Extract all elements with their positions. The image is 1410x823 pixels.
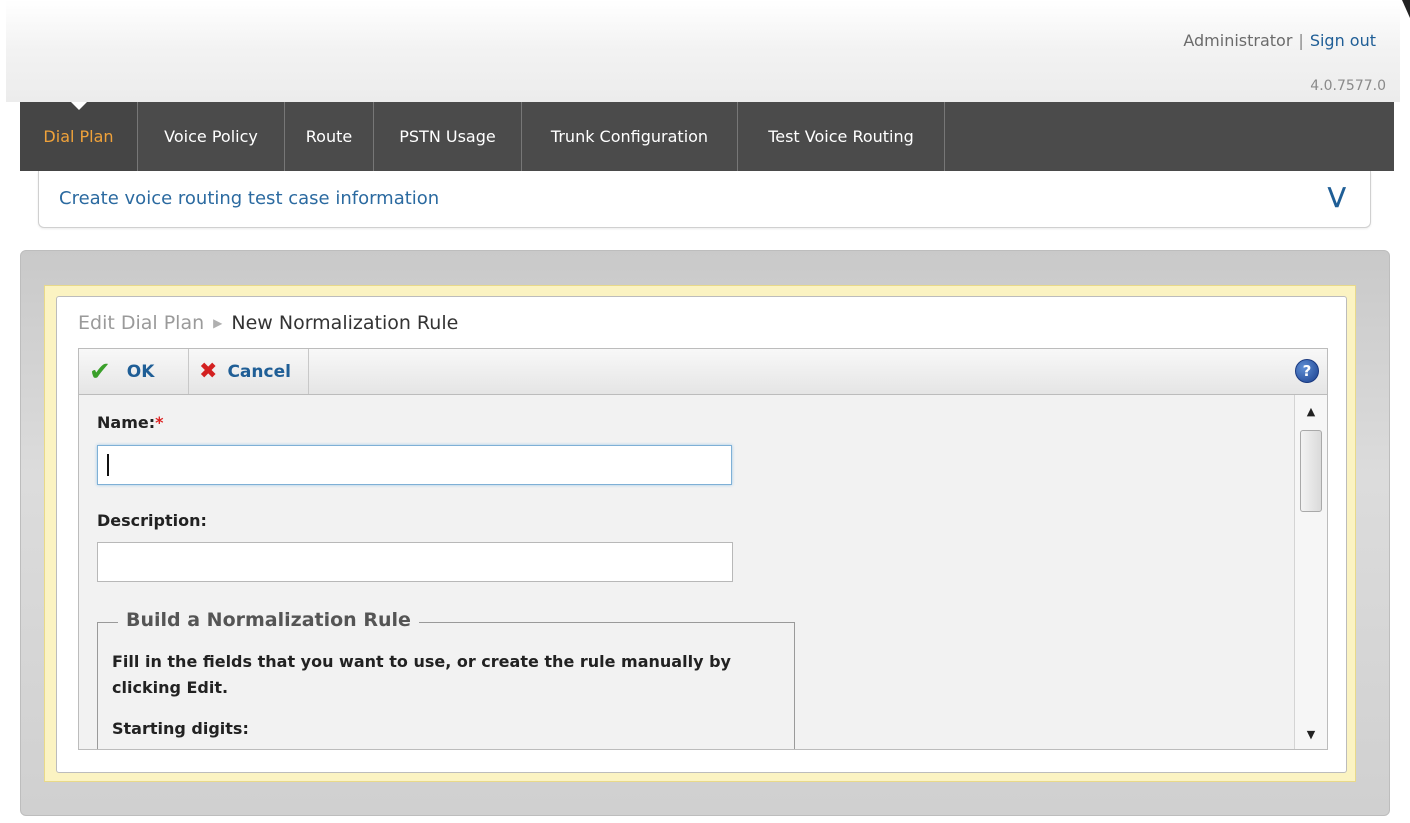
starting-digits-label: Starting digits: — [112, 719, 249, 738]
tab-trunk-configuration[interactable]: Trunk Configuration — [522, 102, 738, 171]
build-rule-title: Build a Normalization Rule — [118, 609, 419, 631]
version-label: 4.0.7577.0 — [1310, 78, 1386, 94]
help-icon[interactable]: ? — [1295, 359, 1319, 383]
scroll-thumb[interactable] — [1300, 430, 1322, 512]
info-bar-text[interactable]: Create voice routing test case informati… — [59, 188, 439, 209]
name-input[interactable] — [97, 445, 732, 485]
corner-mark — [1402, 0, 1410, 18]
top-header: Administrator | Sign out 4.0.7577.0 — [6, 0, 1400, 102]
description-label: Description: — [97, 511, 207, 530]
breadcrumb-parent[interactable]: Edit Dial Plan — [78, 312, 204, 334]
tab-pstn-usage[interactable]: PSTN Usage — [374, 102, 522, 171]
build-rule-fieldset: Build a Normalization Rule Fill in the f… — [97, 609, 795, 749]
form-scrollbar[interactable]: ▲ ▼ — [1294, 395, 1327, 749]
build-rule-description: Fill in the fields that you want to use,… — [112, 652, 731, 697]
name-label-text: Name: — [97, 413, 156, 432]
header-separator: | — [1298, 31, 1304, 50]
user-name: Administrator — [1183, 31, 1293, 50]
tab-dial-plan[interactable]: Dial Plan — [20, 102, 138, 171]
name-label: Name:* — [97, 413, 163, 432]
form-area: Name:* Description: Build a Normalizatio… — [78, 395, 1328, 750]
description-input[interactable] — [97, 542, 733, 582]
cancel-label: Cancel — [227, 361, 291, 382]
required-marker: * — [155, 413, 164, 432]
text-caret — [107, 454, 109, 476]
tab-voice-policy[interactable]: Voice Policy — [138, 102, 285, 171]
breadcrumb-current: New Normalization Rule — [231, 312, 459, 334]
cancel-button[interactable]: ✖ Cancel — [189, 349, 309, 394]
main-nav: Dial Plan Voice Policy Route PSTN Usage … — [20, 102, 1394, 171]
breadcrumb: Edit Dial Plan ▶ New Normalization Rule — [78, 312, 458, 334]
scroll-up-arrow-icon[interactable]: ▲ — [1295, 397, 1327, 425]
ok-label: OK — [126, 361, 155, 382]
double-chevron-down-icon[interactable]: ⋁ — [1327, 184, 1346, 209]
breadcrumb-arrow-icon: ▶ — [213, 316, 223, 330]
ok-button[interactable]: ✔ OK — [79, 349, 189, 394]
tab-route[interactable]: Route — [285, 102, 374, 171]
scroll-down-arrow-icon[interactable]: ▼ — [1295, 720, 1327, 748]
user-area: Administrator | Sign out — [1183, 31, 1376, 50]
close-icon: ✖ — [199, 359, 218, 384]
tab-test-voice-routing[interactable]: Test Voice Routing — [738, 102, 945, 171]
sign-out-link[interactable]: Sign out — [1310, 31, 1376, 50]
checkmark-icon: ✔ — [89, 356, 111, 387]
info-bar[interactable]: Create voice routing test case informati… — [38, 171, 1371, 228]
toolbar: ✔ OK ✖ Cancel ? — [78, 348, 1328, 395]
